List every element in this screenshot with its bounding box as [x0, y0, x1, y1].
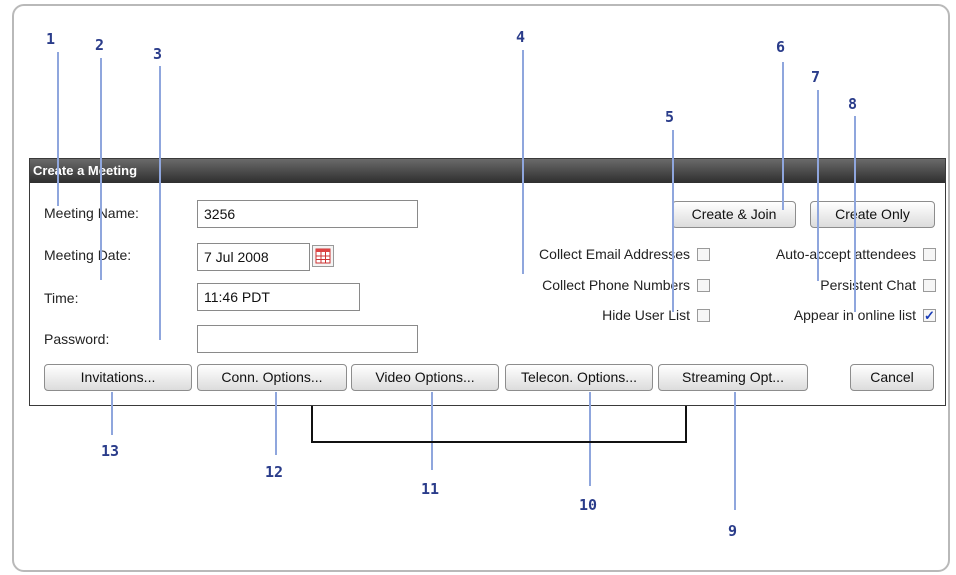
dialog-title: Create a Meeting — [30, 159, 945, 183]
checkbox-label-collect-phone: Collect Phone Numbers — [542, 277, 690, 293]
callout-4: 4 — [516, 28, 526, 46]
checkbox-hide-user-list[interactable] — [697, 309, 710, 322]
calendar-icon[interactable] — [312, 245, 334, 267]
callout-9: 9 — [728, 522, 738, 540]
video-options-button[interactable]: Video Options... — [351, 364, 499, 391]
invitations-button[interactable]: Invitations... — [44, 364, 192, 391]
meeting-date-label: Meeting Date: — [44, 247, 132, 263]
checkbox-label-appear-online: Appear in online list — [793, 307, 916, 323]
checkbox-appear-online[interactable]: ✓ — [923, 309, 936, 322]
checkbox-auto-accept[interactable] — [923, 248, 936, 261]
create-only-button[interactable]: Create Only — [810, 201, 935, 228]
create-meeting-dialog: Create a Meeting Meeting Name: 3256 Meet… — [29, 158, 946, 406]
streaming-options-button[interactable]: Streaming Opt... — [658, 364, 808, 391]
callout-6: 6 — [776, 38, 786, 56]
telecon-options-button[interactable]: Telecon. Options... — [505, 364, 653, 391]
checkbox-label-hide-user-list: Hide User List — [602, 307, 690, 323]
callout-8: 8 — [848, 95, 858, 113]
callout-13: 13 — [101, 442, 120, 460]
meeting-name-label: Meeting Name: — [44, 205, 139, 221]
password-label: Password: — [44, 331, 110, 347]
checkbox-persistent-chat[interactable] — [923, 279, 936, 292]
checkbox-label-collect-email: Collect Email Addresses — [539, 246, 690, 262]
time-label: Time: — [44, 290, 79, 306]
meeting-date-field[interactable]: 7 Jul 2008 — [197, 243, 310, 271]
password-field[interactable] — [197, 325, 418, 353]
create-join-button[interactable]: Create & Join — [672, 201, 796, 228]
callout-10: 10 — [579, 496, 598, 514]
callout-2: 2 — [95, 36, 105, 54]
conn-options-button[interactable]: Conn. Options... — [197, 364, 347, 391]
callout-3: 3 — [153, 45, 163, 63]
callout-1: 1 — [46, 30, 56, 48]
callout-12: 12 — [265, 463, 284, 481]
meeting-name-field[interactable]: 3256 — [197, 200, 418, 228]
checkbox-label-persistent-chat: Persistent Chat — [820, 277, 916, 293]
time-field[interactable]: 11:46 PDT — [197, 283, 360, 311]
checkbox-label-auto-accept: Auto-accept attendees — [775, 246, 916, 262]
callout-7: 7 — [811, 68, 821, 86]
checkbox-collect-phone[interactable] — [697, 279, 710, 292]
cancel-button[interactable]: Cancel — [850, 364, 934, 391]
callout-11: 11 — [421, 480, 440, 498]
checkbox-collect-email[interactable] — [697, 248, 710, 261]
callout-5: 5 — [665, 108, 675, 126]
